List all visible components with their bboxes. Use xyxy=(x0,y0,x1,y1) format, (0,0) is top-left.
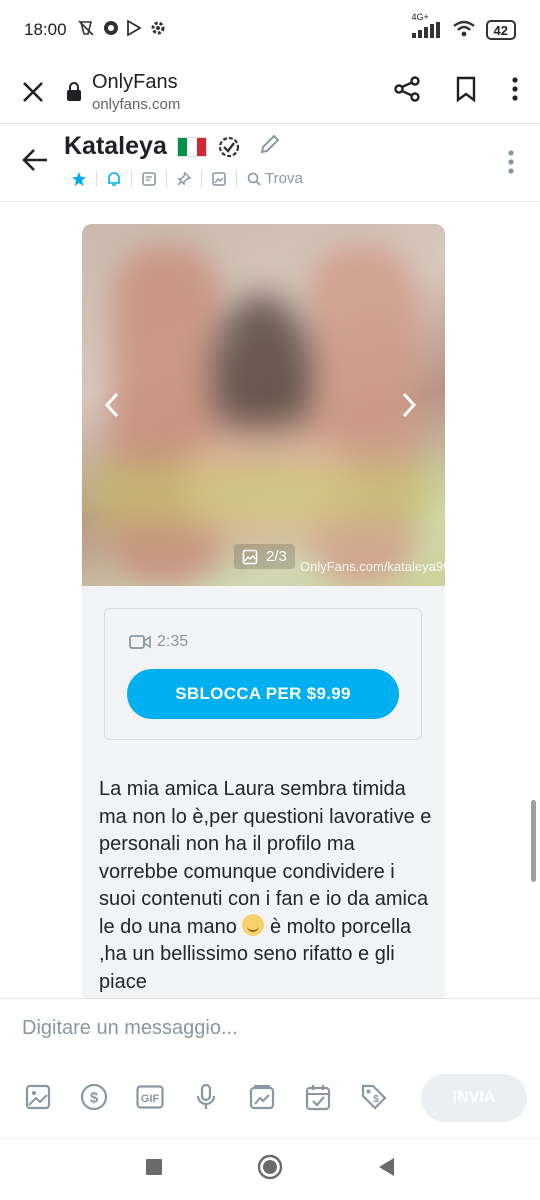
message-text-part: La mia amica Laura sembra timida ma non … xyxy=(99,778,432,938)
app-notification-icon xyxy=(103,20,119,41)
blurred-preview xyxy=(112,244,222,584)
media-carousel[interactable]: OnlyFans.com/kataleya992 2/3 xyxy=(82,224,445,586)
price-tag-button[interactable]: $ xyxy=(358,1081,390,1113)
more-vert-icon xyxy=(508,150,514,174)
schedule-button[interactable] xyxy=(302,1081,334,1113)
chat-header: Kataleya Trova xyxy=(0,124,540,202)
voice-message-button[interactable] xyxy=(190,1081,222,1113)
star-icon xyxy=(72,171,86,186)
svg-text:GIF: GIF xyxy=(141,1093,160,1105)
url-box[interactable]: OnlyFans onlyfans.com xyxy=(66,71,394,113)
image-icon xyxy=(242,549,258,564)
pin-icon xyxy=(177,171,192,186)
back-button[interactable] xyxy=(22,148,48,177)
pencil-icon xyxy=(260,134,280,154)
bell-icon xyxy=(108,171,120,186)
italy-flag-icon xyxy=(176,136,207,157)
attach-image-button[interactable] xyxy=(22,1081,54,1113)
carousel-prev-button[interactable] xyxy=(104,392,120,425)
more-vert-icon xyxy=(512,77,518,101)
back-nav-button[interactable] xyxy=(377,1157,395,1182)
media-counter: 2/3 xyxy=(234,544,295,569)
notifications-button[interactable] xyxy=(97,171,131,187)
close-tab-button[interactable] xyxy=(0,81,66,103)
svg-text:$: $ xyxy=(90,1090,99,1107)
bookmark-icon xyxy=(456,76,476,103)
signal-icon: 4G+ xyxy=(411,12,442,38)
wifi-icon xyxy=(452,20,476,41)
dollar-icon: $ xyxy=(80,1083,108,1111)
close-icon xyxy=(23,81,43,102)
share-button[interactable] xyxy=(394,76,420,107)
message-input[interactable] xyxy=(22,1017,502,1040)
vault-icon xyxy=(249,1085,275,1110)
search-button[interactable]: Trova xyxy=(237,170,303,187)
notification-muted-icon xyxy=(77,19,95,42)
site-url: onlyfans.com xyxy=(92,95,181,113)
tag-icon: $ xyxy=(361,1084,387,1110)
note-icon xyxy=(142,171,156,186)
favorite-button[interactable] xyxy=(62,171,96,187)
gallery-button[interactable] xyxy=(202,171,236,187)
settings-icon xyxy=(149,19,167,42)
verified-icon xyxy=(218,136,239,157)
smile-emoji-icon xyxy=(242,913,265,936)
vault-button[interactable] xyxy=(246,1081,278,1113)
home-button[interactable] xyxy=(257,1154,283,1185)
microphone-icon xyxy=(196,1083,216,1109)
network-type: 4G+ xyxy=(411,12,429,22)
site-name: OnlyFans xyxy=(92,70,178,93)
status-bar: 18:00 4G+ 42 xyxy=(0,0,540,60)
chat-options-button[interactable] xyxy=(508,150,514,179)
chevron-left-icon xyxy=(104,392,119,418)
send-button[interactable]: INVIA xyxy=(421,1074,527,1122)
chevron-right-icon xyxy=(402,392,417,418)
carousel-next-button[interactable] xyxy=(401,392,417,425)
watermark: OnlyFans.com/kataleya992 xyxy=(300,559,445,574)
more-options-button[interactable] xyxy=(512,77,518,106)
media-counter-text: 2/3 xyxy=(266,548,287,565)
search-label: Trova xyxy=(265,170,303,187)
image-icon xyxy=(212,171,226,186)
search-icon xyxy=(247,172,261,186)
edit-name-button[interactable] xyxy=(259,133,281,160)
custom-tab-bar: OnlyFans onlyfans.com xyxy=(0,60,540,124)
unlock-button[interactable]: SBLOCCA PER $9.99 xyxy=(127,669,399,719)
square-icon xyxy=(146,1159,162,1175)
status-time: 18:00 xyxy=(24,20,67,39)
pin-button[interactable] xyxy=(167,171,201,187)
locked-content-box: 2:35 SBLOCCA PER $9.99 xyxy=(104,608,422,740)
system-nav-bar xyxy=(0,1138,540,1200)
bookmark-button[interactable] xyxy=(456,76,476,107)
scrollbar[interactable] xyxy=(531,800,536,882)
triangle-back-icon xyxy=(379,1158,394,1176)
play-store-icon xyxy=(126,18,142,41)
video-icon xyxy=(129,635,151,649)
circle-icon xyxy=(257,1154,283,1180)
message-composer: $ GIF $ INVIA xyxy=(0,998,540,1138)
arrow-back-icon xyxy=(22,149,47,171)
message-text: La mia amica Laura sembra timida ma non … xyxy=(99,776,435,996)
duration-text: 2:35 xyxy=(157,633,189,650)
contact-name[interactable]: Kataleya xyxy=(64,132,167,161)
calendar-icon xyxy=(305,1085,331,1111)
video-duration: 2:35 xyxy=(129,633,188,651)
battery-indicator: 42 xyxy=(485,20,516,40)
price-button[interactable]: $ xyxy=(78,1081,110,1113)
image-icon xyxy=(25,1084,51,1110)
gif-button[interactable]: GIF xyxy=(134,1081,166,1113)
share-icon xyxy=(394,76,420,102)
svg-text:$: $ xyxy=(373,1094,379,1105)
gif-icon: GIF xyxy=(136,1085,164,1109)
notes-button[interactable] xyxy=(132,171,166,187)
recents-button[interactable] xyxy=(145,1158,163,1181)
lock-icon xyxy=(67,81,81,101)
message-bubble: OnlyFans.com/kataleya992 2/3 2:35 SBLOCC… xyxy=(82,224,445,1004)
blurred-preview xyxy=(82,464,445,524)
